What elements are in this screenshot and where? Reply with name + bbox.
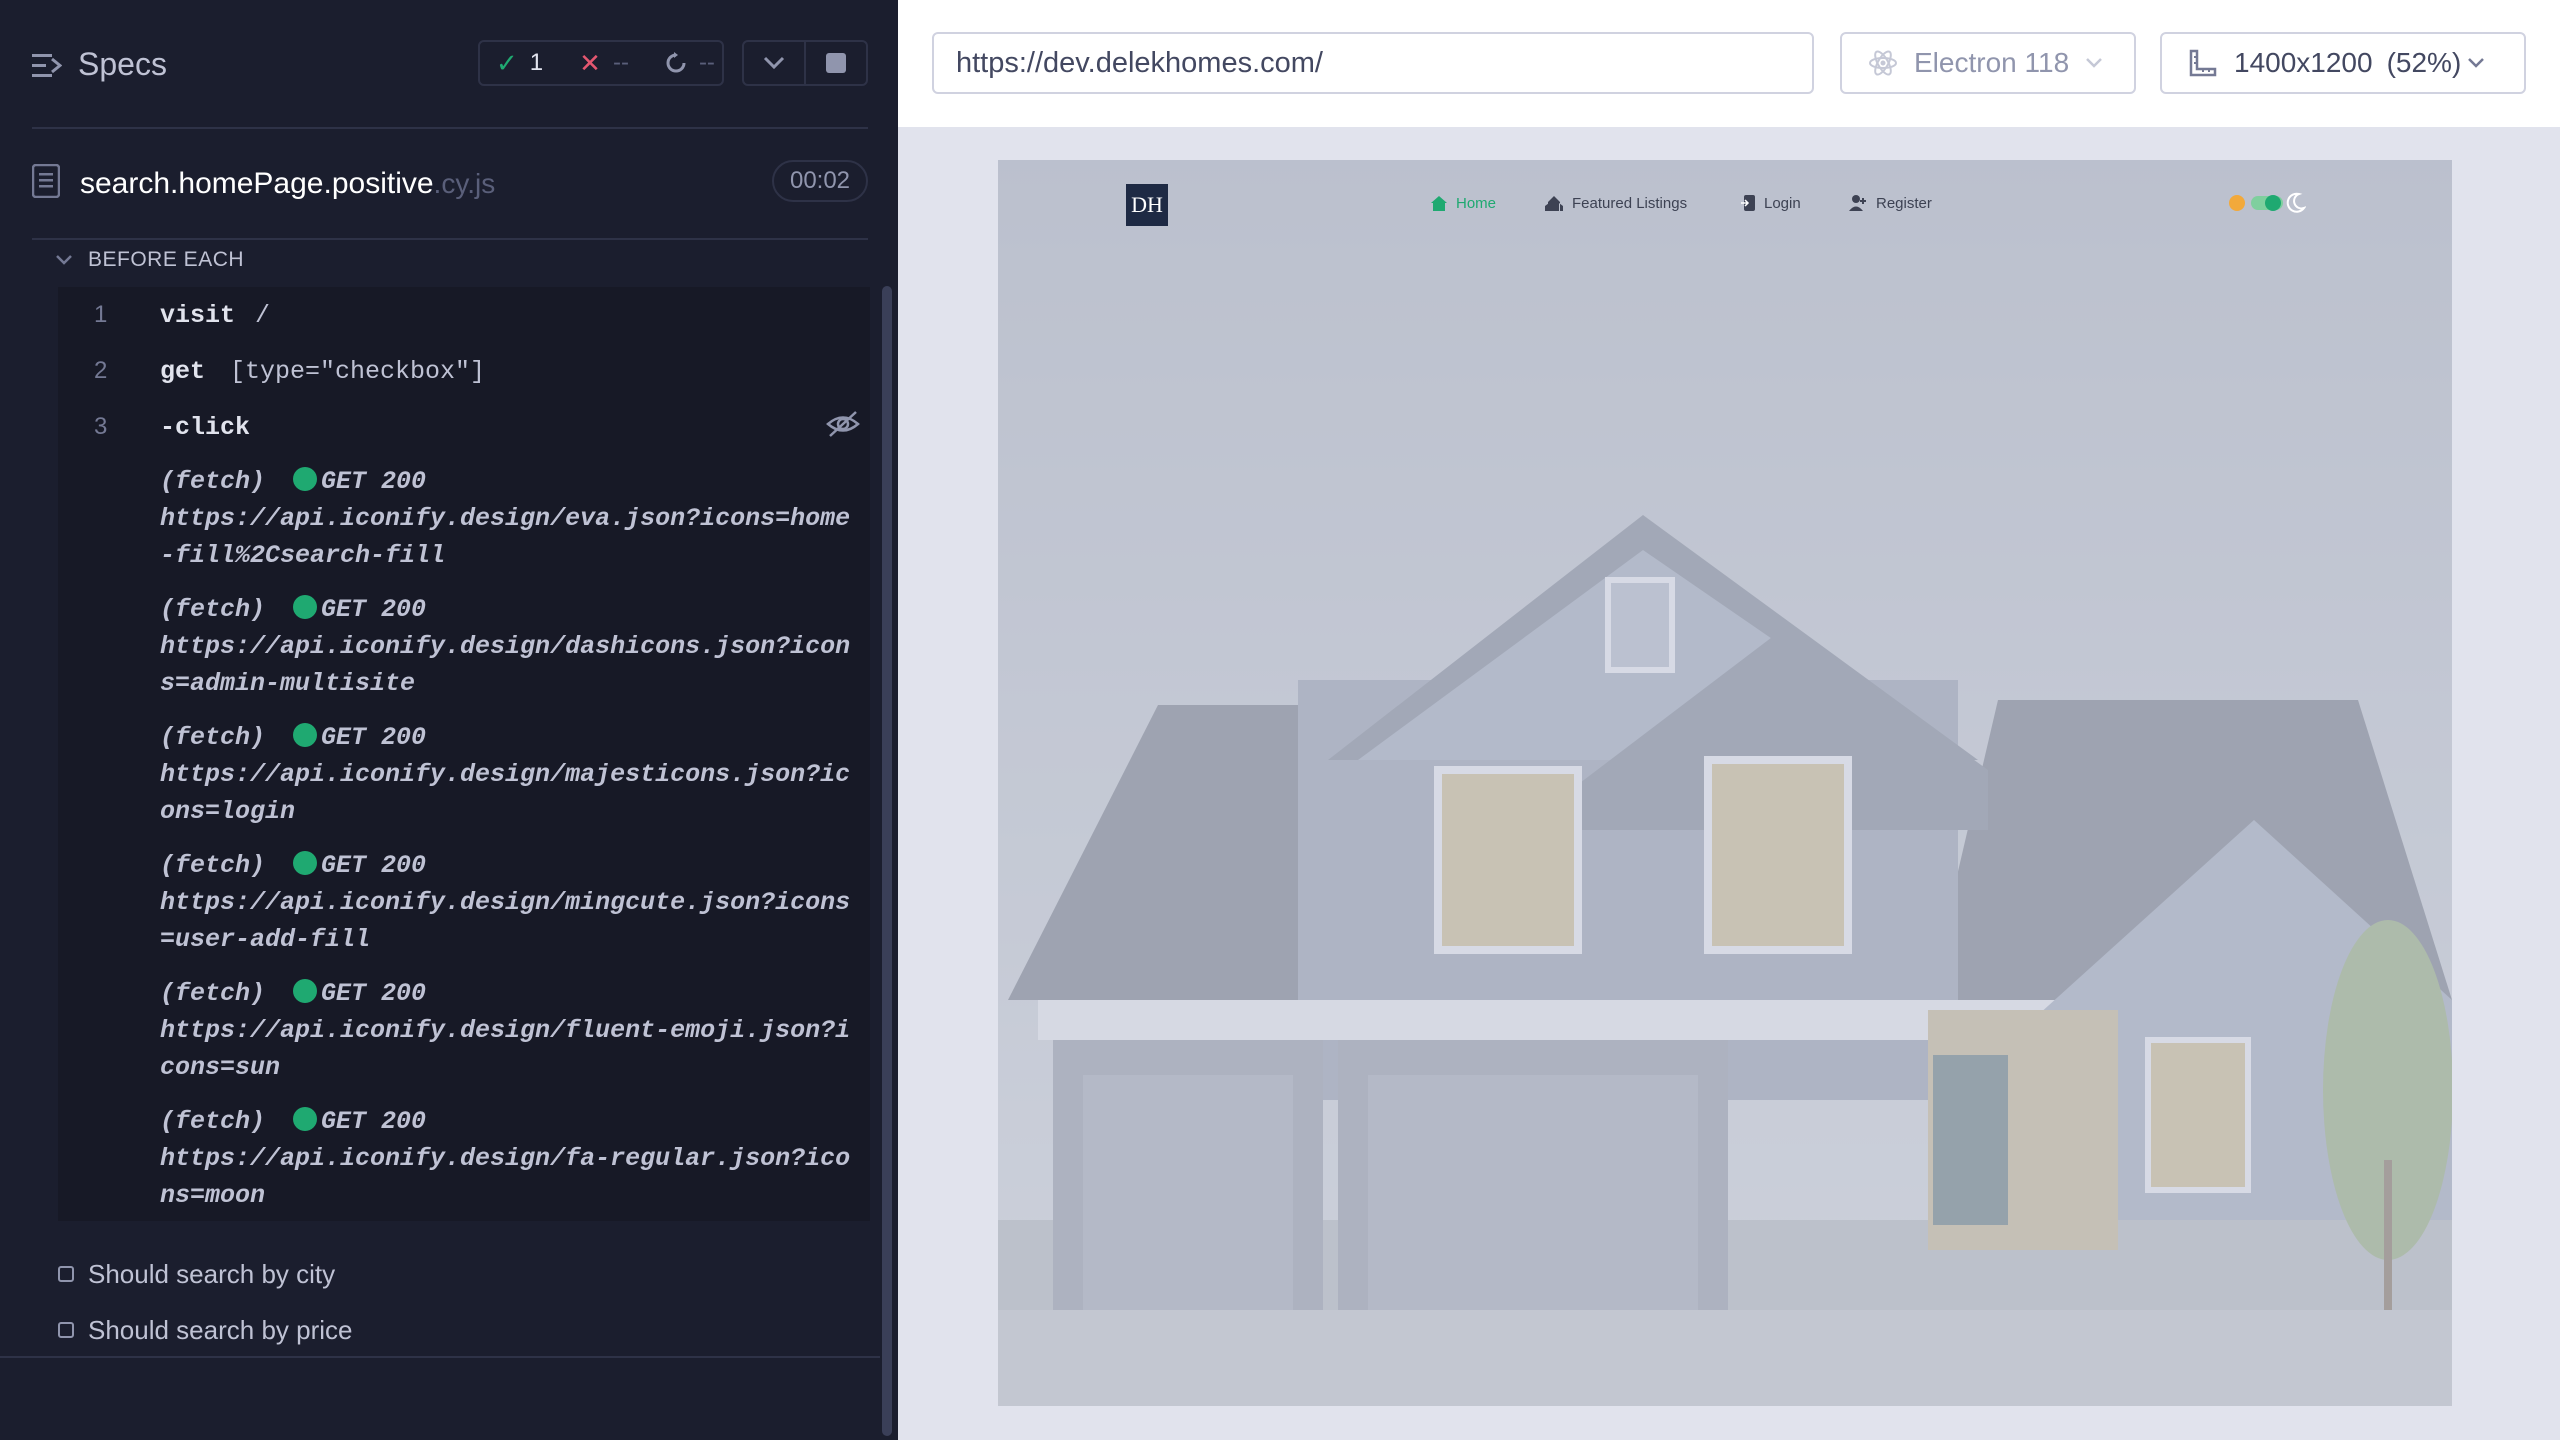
command-row[interactable]: 1 visit / [58,297,870,337]
command-name: -click [160,413,251,442]
snapshot-overlay [998,160,2452,1406]
url-bar[interactable]: https://dev.delekhomes.com/ [932,32,1814,94]
fetch-log-entry[interactable]: (fetch) GET 200 https://api.iconify.desig… [160,719,860,830]
command-row[interactable]: 3 -click [58,409,870,449]
viewport-scale: (52%) [2386,47,2462,78]
fetch-log-entry[interactable]: (fetch) GET 200 https://api.iconify.desig… [160,463,860,574]
chevron-down-icon [56,255,72,265]
spec-file-extension: .cy.js [433,168,496,199]
menu-arrow-icon[interactable] [32,52,62,80]
failed-count: ✕ -- [579,47,629,78]
home-icon [1431,196,1447,211]
ruler-icon [2189,49,2217,77]
status-dot-icon [293,595,318,619]
fetch-url: https://api.iconify.design/mingcute.json… [160,888,851,954]
stop-icon [826,53,846,73]
status-dot-icon [293,467,318,491]
nav-login-link[interactable]: Login [1740,194,1801,212]
command-number: 3 [94,413,108,440]
status-dot-icon [293,1107,318,1131]
fetch-log-entry[interactable]: (fetch) GET 200 https://api.iconify.desig… [160,975,860,1086]
command-number: 2 [94,357,108,384]
spec-file-name: search.homePage.positive.cy.js [80,167,496,200]
document-icon [32,164,60,198]
specs-header: Specs ✓ 1 ✕ -- -- [0,0,898,128]
fetch-url: https://api.iconify.design/dashicons.jso… [160,632,851,698]
specs-title: Specs [78,46,167,82]
command-list: 1 visit / 2 get [type="checkbox"] 3 -cli… [58,287,870,1221]
fetch-url: https://api.iconify.design/eva.json?icon… [160,504,851,570]
nav-featured-listings-link[interactable]: Featured Listings [1544,194,1687,212]
fetch-log-entry[interactable]: (fetch) GET 200 https://api.iconify.desig… [160,1103,860,1214]
test-item[interactable]: Should search by city [58,1254,335,1294]
nav-register-link[interactable]: Register [1848,194,1932,212]
preview-toolbar: https://dev.delekhomes.com/ Electron 118… [898,0,2560,129]
scrollbar[interactable] [882,286,892,1436]
divider [0,1356,880,1358]
status-dot-icon [293,979,318,1003]
spec-duration: 00:02 [772,160,868,202]
status-dot-icon [293,723,318,747]
collapse-button[interactable] [744,42,806,84]
fetch-url: https://api.iconify.design/fluent-emoji.… [160,1016,851,1082]
app-preview-panel: https://dev.delekhomes.com/ Electron 118… [898,0,2560,1440]
site-navbar: DH Home Featured Listings Login Register [998,160,2452,250]
spec-file-row[interactable]: search.homePage.positive.cy.js 00:02 [0,150,898,216]
eye-off-icon[interactable] [826,409,860,439]
chevron-down-icon [2468,58,2485,68]
passed-count: ✓ 1 [496,47,544,78]
test-item[interactable]: Should search by price [58,1310,352,1350]
viewport-selector[interactable]: 1400x1200 (52%) [2160,32,2526,94]
chevron-down-icon [763,56,785,70]
electron-icon [1869,50,1897,76]
pending-spinner-icon [666,52,686,73]
fetch-url: https://api.iconify.design/majesticons.j… [160,760,851,826]
sun-icon [2229,195,2245,211]
status-dot-icon [293,851,318,875]
run-controls [742,40,868,86]
command-number: 1 [94,301,108,328]
user-add-icon [1849,195,1866,211]
pending-test-icon [58,1266,74,1282]
toggle-switch [2251,195,2283,211]
command-name: get [160,357,206,386]
multisite-icon [1545,196,1563,211]
specs-panel: Specs ✓ 1 ✕ -- -- search.homePage.positi… [0,0,898,1440]
nav-home-link[interactable]: Home [1430,194,1496,212]
browser-selector[interactable]: Electron 118 [1840,32,2136,94]
before-each-hook-header[interactable]: BEFORE EACH [56,244,244,276]
x-icon: ✕ [579,47,601,78]
stop-button[interactable] [806,42,866,84]
browser-name: Electron 118 [1914,47,2070,78]
app-under-test-frame[interactable]: DH Home Featured Listings Login Register [998,160,2452,1406]
theme-toggle[interactable] [2226,192,2306,214]
pending-count: -- [665,49,715,77]
login-icon [1741,195,1755,211]
divider [32,238,868,240]
site-logo[interactable]: DH [1126,184,1168,226]
command-name: visit [160,301,236,330]
viewport-size: 1400x1200 [2234,47,2373,78]
command-message: [type="checkbox"] [230,357,486,386]
divider [32,127,868,129]
pending-test-icon [58,1322,74,1338]
fetch-url: https://api.iconify.design/fa-regular.js… [160,1144,851,1210]
fetch-log-entry[interactable]: (fetch) GET 200 https://api.iconify.desig… [160,591,860,702]
test-stats: ✓ 1 ✕ -- -- [478,40,724,86]
command-message: / [255,301,271,330]
check-icon: ✓ [496,47,518,78]
command-row[interactable]: 2 get [type="checkbox"] [58,353,870,393]
chevron-down-icon [2086,58,2103,68]
moon-icon [2286,192,2306,213]
fetch-log-entry[interactable]: (fetch) GET 200 https://api.iconify.desig… [160,847,860,958]
